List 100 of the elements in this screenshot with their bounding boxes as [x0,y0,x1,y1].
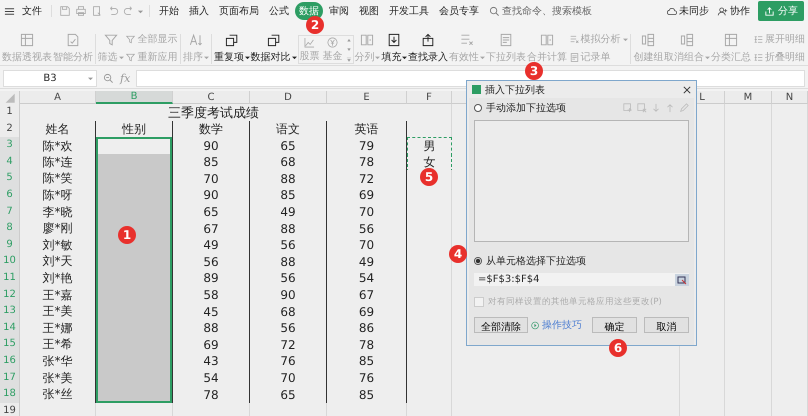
table-cell: 69 [327,186,407,205]
preview-icon[interactable] [91,5,103,17]
squares-icon [224,32,240,48]
menu-tab[interactable]: 审阅 [325,2,353,20]
grid-icon [640,32,656,48]
table-cell: 陈*笑 [20,170,96,188]
table-cell: 王*希 [20,336,96,354]
undo-icon[interactable] [107,5,119,17]
table-cell: 76 [250,352,327,371]
column-header[interactable]: N [772,91,808,104]
add-item-icon[interactable] [623,103,633,113]
coin-icon [326,36,340,49]
sort-icon [188,32,204,48]
menu-tab[interactable]: 公式 [265,2,293,20]
pencil-icon[interactable] [679,103,689,113]
row-header[interactable]: 6 [0,186,20,205]
menu-tab[interactable]: 开始 [155,2,183,20]
row-header[interactable]: 8 [0,220,20,238]
table-cell: 陈*呀 [20,186,96,205]
menu-tab[interactable]: 数据 [295,2,323,20]
zoom-icon[interactable] [103,72,114,84]
radio-option[interactable]: 从单元格选择下拉选项 [474,254,689,268]
menu-tab[interactable]: 会员专享 [435,2,483,20]
row-header[interactable]: 10 [0,253,20,272]
caret-icon[interactable] [137,8,144,14]
table-cell: 张*丝 [20,386,96,404]
search-field[interactable]: 查找命令、搜索模板 [489,6,602,16]
menu-tab[interactable]: 视图 [355,2,383,20]
table-cell: 56 [173,253,250,272]
search-icon [489,6,500,16]
table-cell: 90 [173,186,250,205]
ribbon-button[interactable]: 查找录入 [408,32,448,64]
table-cell: 69 [327,303,407,322]
column-header[interactable]: M [725,91,772,104]
outline-icon [752,52,764,62]
range-select-icon[interactable] [675,274,689,286]
table-cell: 王*美 [20,303,96,322]
delete-item-icon[interactable] [637,103,647,113]
row-header[interactable]: 18 [0,386,20,404]
person-icon [717,6,728,16]
table-cell: 56 [250,270,327,288]
table-cell: 78 [327,336,407,354]
ribbon-button[interactable]: 重复项 [214,32,250,64]
caret-icon [292,54,297,60]
select-all-icon[interactable] [0,91,20,104]
row-header[interactable]: 11 [0,270,20,288]
tips-link[interactable]: 操作技巧 [542,318,582,332]
caret-icon [402,54,408,60]
table-cell: 刘*天 [20,253,96,272]
table-cell: 廖*刚 [20,220,96,238]
download-icon [386,32,402,48]
arrow-up-icon[interactable] [665,103,675,113]
arrow-down-icon[interactable] [651,103,661,113]
step-badge: 3 [525,62,543,80]
print-icon[interactable] [75,5,87,17]
row-header[interactable]: 16 [0,352,20,371]
caret-icon [622,36,628,42]
row-header[interactable]: 19 [0,402,20,416]
file-menu[interactable]: 文件 [18,2,46,20]
caret-icon [375,54,380,60]
cancel-button[interactable]: 取消 [644,317,689,333]
redo-icon[interactable] [123,5,135,17]
column-header[interactable]: B [96,91,173,104]
collaborate-button[interactable]: 协作 [717,4,750,18]
menu-tab[interactable]: 开发工具 [385,2,433,20]
column-header[interactable]: F [407,91,452,104]
radio-option[interactable]: 手动添加下拉选项 [474,101,566,115]
selected-cell[interactable] [96,386,173,404]
table-cell: 72 [250,336,327,354]
ribbon-button[interactable]: 数据对比 [250,32,297,64]
ribbon-button[interactable]: 填充 [381,32,408,64]
play-icon[interactable] [531,320,540,330]
table-cell: 85 [250,186,327,205]
sync-status[interactable]: 未同步 [666,4,709,18]
row-header[interactable]: 15 [0,336,20,354]
share-button[interactable]: 分享 [758,1,804,21]
name-box[interactable]: B3 [3,70,97,86]
column-header[interactable]: E [327,91,407,104]
save-icon[interactable] [59,5,71,17]
close-icon[interactable] [683,86,691,94]
table-icon [723,32,740,48]
table-cell: 89 [173,270,250,288]
lines-icon [568,34,580,44]
menu-icon[interactable] [4,6,15,16]
ok-button[interactable]: 确定 [592,317,638,333]
menu-tab[interactable]: 页面布局 [215,2,263,20]
clear-all-button[interactable]: 全部清除 [474,317,528,333]
column-header[interactable]: A [20,91,96,104]
caret-icon [705,54,710,60]
table-cell: 45 [173,303,250,322]
row-header[interactable]: 13 [0,303,20,322]
row-header[interactable]: 5 [0,170,20,188]
column-header[interactable]: C [173,91,250,104]
column-header[interactable]: D [250,91,327,104]
menu-tab[interactable]: 插入 [185,2,213,20]
table-cell: 43 [173,352,250,371]
options-list[interactable] [474,120,689,242]
scroll-arrows-icon[interactable] [346,36,352,62]
function-label[interactable]: fx [120,72,130,84]
table-cell: 54 [327,270,407,288]
